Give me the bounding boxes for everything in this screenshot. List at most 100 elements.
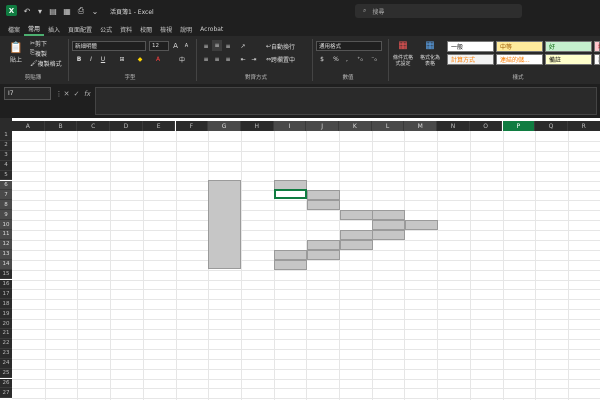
border-icon[interactable]: ⊞ <box>116 54 128 64</box>
row-header-19[interactable]: 19 <box>0 309 12 320</box>
column-header-o[interactable]: O <box>469 121 503 131</box>
comma-button[interactable]: , <box>342 54 352 64</box>
row-header-16[interactable]: 16 <box>0 279 12 290</box>
align-left-icon[interactable]: ≡ <box>201 54 211 64</box>
row-header-9[interactable]: 9 <box>0 210 12 221</box>
align-center-icon[interactable]: ≡ <box>212 54 222 64</box>
row-header-1[interactable]: 1 <box>0 131 12 141</box>
selected-cell[interactable] <box>307 190 340 200</box>
column-header-c[interactable]: C <box>77 121 111 131</box>
column-header-g[interactable]: G <box>208 121 241 131</box>
undo-icon[interactable]: ↶ <box>22 6 32 16</box>
row-header-22[interactable]: 22 <box>0 338 12 349</box>
select-all-corner[interactable] <box>0 118 12 131</box>
row-header-4[interactable]: 4 <box>0 160 12 171</box>
column-header-b[interactable]: B <box>44 121 78 131</box>
column-header-f[interactable]: F <box>175 121 209 131</box>
font-name-select[interactable]: 新細明體 <box>72 41 146 51</box>
style-normal[interactable]: 一般 <box>447 41 494 52</box>
decrease-indent-icon[interactable]: ⇤ <box>238 54 248 64</box>
selected-cell[interactable] <box>340 210 373 220</box>
selected-cell[interactable] <box>307 240 340 250</box>
active-cell[interactable] <box>274 189 307 199</box>
row-header-5[interactable]: 5 <box>0 170 12 181</box>
row-header-25[interactable]: 25 <box>0 368 12 379</box>
menu-formulas[interactable]: 公式 <box>96 22 116 36</box>
row-header-10[interactable]: 10 <box>0 220 12 230</box>
align-top-icon[interactable]: ≡ <box>201 41 211 51</box>
row-header-6[interactable]: 6 <box>0 180 12 191</box>
row-header-20[interactable]: 20 <box>0 319 12 329</box>
row-header-18[interactable]: 18 <box>0 299 12 310</box>
column-header-h[interactable]: H <box>240 121 274 131</box>
customize-icon[interactable]: ⌄ <box>90 6 100 16</box>
number-format-select[interactable]: 通用格式 <box>316 41 382 51</box>
menu-help[interactable]: 說明 <box>176 22 196 36</box>
paste-icon[interactable]: 📋 <box>6 40 26 54</box>
increase-indent-icon[interactable]: ⇥ <box>249 54 259 64</box>
selected-cell[interactable] <box>372 210 405 220</box>
row-header-12[interactable]: 12 <box>0 239 12 250</box>
menu-view[interactable]: 檢視 <box>156 22 176 36</box>
column-header-q[interactable]: Q <box>535 121 568 131</box>
wrap-text-button[interactable]: ↩ 自動換行 <box>266 41 310 51</box>
selected-cell[interactable] <box>307 250 340 260</box>
copy-button[interactable]: ⎘ 複製 <box>30 49 66 58</box>
cancel-icon[interactable]: ✕ <box>62 87 71 100</box>
italic-button[interactable]: I <box>86 54 96 64</box>
menu-home[interactable]: 常用 <box>24 22 45 36</box>
style-explanatory[interactable]: 說 <box>594 54 600 65</box>
row-header-8[interactable]: 8 <box>0 200 12 211</box>
menu-acrobat[interactable]: Acrobat <box>196 22 227 36</box>
column-header-l[interactable]: L <box>371 121 405 131</box>
row-header-17[interactable]: 17 <box>0 289 12 300</box>
style-note[interactable]: 備註 <box>545 54 592 65</box>
underline-button[interactable]: U <box>98 54 108 64</box>
column-header-d[interactable]: D <box>110 121 143 131</box>
worksheet[interactable]: ABCDEFGHIJKLMNOPQR 1 2 3 4 5 6 7 8 9 10 11 12 13 14 15… <box>0 118 600 400</box>
increase-decimal-icon[interactable]: ⁺₀ <box>354 54 366 64</box>
font-color-icon[interactable]: A <box>152 54 164 64</box>
column-header-m[interactable]: M <box>404 121 438 131</box>
font-size-select[interactable]: 12 <box>149 41 169 51</box>
undo-dropdown-icon[interactable]: ▾ <box>36 6 44 16</box>
menu-file[interactable]: 檔案 <box>4 22 24 36</box>
name-box[interactable]: I7 <box>4 87 51 100</box>
style-bad[interactable]: 壞 <box>594 41 600 52</box>
format-painter-button[interactable]: 🖌 複製格式 <box>30 59 66 68</box>
column-header-r[interactable]: R <box>567 121 600 131</box>
layout-icon[interactable]: ▤ <box>48 6 58 16</box>
search-box[interactable]: ⌕ 搜尋 <box>355 4 522 18</box>
row-header-26[interactable]: 26 <box>0 378 12 389</box>
align-bottom-icon[interactable]: ≡ <box>223 41 233 51</box>
menu-data[interactable]: 資料 <box>116 22 136 36</box>
row-header-24[interactable]: 24 <box>0 358 12 369</box>
column-header-p[interactable]: P <box>502 121 536 131</box>
selected-cell[interactable] <box>372 230 405 240</box>
row-header-27[interactable]: 27 <box>0 388 12 399</box>
column-header-i[interactable]: I <box>273 121 307 131</box>
fill-color-icon[interactable]: ◆ <box>134 54 146 64</box>
enter-icon[interactable]: ✓ <box>72 87 81 100</box>
selected-cell[interactable] <box>340 240 373 250</box>
menu-review[interactable]: 校閱 <box>136 22 156 36</box>
insert-function-icon[interactable]: fx <box>82 87 93 100</box>
selected-cell[interactable] <box>307 200 340 210</box>
phonetic-icon[interactable]: 中 <box>176 54 188 64</box>
conditional-format-button[interactable]: 條件式格式設定 <box>392 53 414 69</box>
row-header-3[interactable]: 3 <box>0 150 12 161</box>
format-table-button[interactable]: 格式化為表格 <box>419 53 441 69</box>
merge-center-button[interactable]: ⇔ 跨欄置中 <box>266 54 310 64</box>
currency-button[interactable]: $ <box>317 54 327 64</box>
percent-button[interactable]: % <box>331 54 341 64</box>
selected-cell[interactable] <box>274 250 307 260</box>
row-header-21[interactable]: 21 <box>0 329 12 339</box>
menu-insert[interactable]: 插入 <box>44 22 64 36</box>
bold-button[interactable]: B <box>74 54 84 64</box>
row-header-11[interactable]: 11 <box>0 230 12 240</box>
column-header-j[interactable]: J <box>306 121 339 131</box>
shrink-font-button[interactable]: A <box>182 41 191 51</box>
row-header-2[interactable]: 2 <box>0 140 12 151</box>
print-preview-icon[interactable]: ⎙ <box>76 6 86 16</box>
row-header-14[interactable]: 14 <box>0 259 12 270</box>
